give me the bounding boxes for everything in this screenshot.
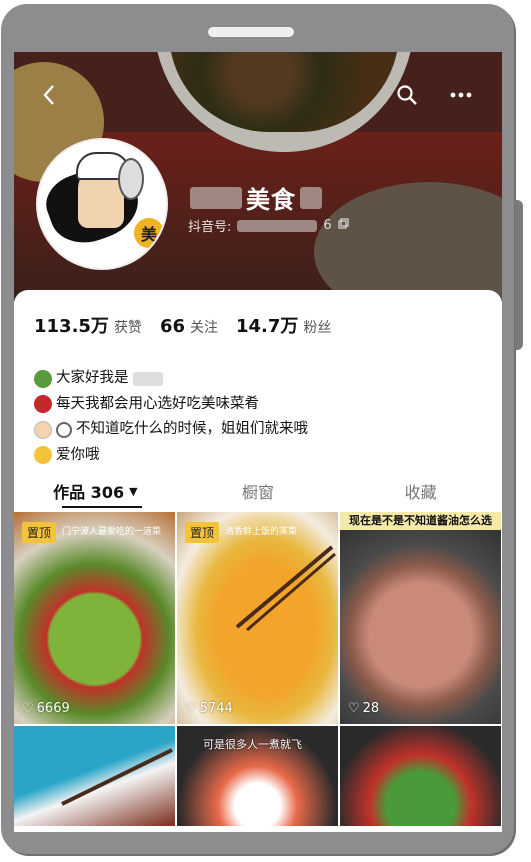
- smile-emoji-icon: [34, 446, 52, 465]
- profile-card: 113.5万 获赞 66 关注 14.7万 粉丝 大家好我是 每天我都会用心选好…: [14, 290, 502, 832]
- search-icon[interactable]: [392, 80, 422, 110]
- stat-following[interactable]: 66 关注: [160, 316, 218, 337]
- redacted-name-prefix: [190, 186, 242, 209]
- redacted-bio-name: [132, 371, 163, 386]
- tab-works-label: 作品 306: [53, 483, 125, 502]
- heart-icon: ♡: [185, 701, 197, 716]
- pinned-badge: 置顶: [22, 522, 57, 543]
- chevron-left-icon[interactable]: [34, 80, 64, 110]
- stat-likes[interactable]: 113.5万 获赞: [34, 312, 142, 338]
- magnifier-emoji-icon: [56, 421, 72, 438]
- video-thumbnail[interactable]: [14, 726, 175, 826]
- redacted-id: [237, 219, 318, 232]
- video-likes: ♡ 28: [348, 701, 379, 716]
- stat-followers[interactable]: 14.7万 粉丝: [236, 312, 331, 338]
- tab-works[interactable]: 作品 306 ▼: [14, 476, 177, 506]
- profile-screen: 美 美食 抖音号: 6 113.5万 获赞 66 关注 14.7万 粉丝 大家好…: [14, 52, 502, 832]
- avatar-spoon: [118, 158, 144, 200]
- stat-label: 粉丝: [303, 320, 332, 336]
- stat-label: 关注: [190, 320, 218, 336]
- video-thumbnail[interactable]: 置顶 清香鲜上饭的蒸菜 ♡ 5744: [177, 512, 338, 724]
- active-tab-indicator: [62, 506, 142, 508]
- tab-favorites[interactable]: 收藏: [339, 476, 502, 506]
- chopsticks-icon: [61, 748, 173, 806]
- video-thumbnail[interactable]: 现在是不是不知道酱油怎么选 ♡ 28: [340, 512, 501, 724]
- copy-icon[interactable]: [338, 218, 349, 233]
- redacted-name-suffix: [300, 186, 322, 209]
- douyin-id: 抖音号: 6: [188, 216, 349, 235]
- profile-name: 美食: [190, 180, 322, 215]
- bio-line: 爱你哦: [34, 443, 308, 469]
- video-likes-count: 5744: [199, 701, 233, 716]
- cherry-emoji-icon: [34, 395, 52, 414]
- video-thumbnail[interactable]: 可是很多人一煮就飞: [177, 726, 338, 826]
- heart-icon: ♡: [22, 701, 34, 716]
- bio-line: 大家好我是: [34, 366, 308, 392]
- video-caption: 清香鲜上饭的蒸菜: [225, 527, 298, 537]
- profile-header-background: 美 美食 抖音号: 6: [14, 52, 502, 302]
- video-likes: ♡ 6669: [22, 701, 70, 716]
- video-likes: ♡ 5744: [185, 701, 233, 716]
- stat-value: 66: [159, 316, 185, 337]
- salad-emoji-icon: [34, 369, 52, 388]
- video-grid: 置顶 门宁波人最爱吃的一道菜 ♡ 6669 置顶 清香鲜上饭的蒸菜 ♡ 5744: [14, 512, 502, 832]
- phone-speaker: [208, 27, 294, 37]
- tab-window[interactable]: 橱窗: [177, 476, 340, 506]
- bio-text: 每天我都会用心选好吃美味菜肴: [56, 395, 259, 412]
- video-caption: 现在是不是不知道酱油怎么选: [340, 512, 501, 530]
- profile-stats: 113.5万 获赞 66 关注 14.7万 粉丝: [34, 312, 331, 338]
- profile-tabs: 作品 306 ▼ 橱窗 收藏: [14, 476, 502, 506]
- douyin-id-label: 抖音号:: [188, 220, 232, 235]
- stat-value: 113.5万: [34, 316, 109, 337]
- avatar-badge: 美: [134, 218, 164, 248]
- profile-bio: 大家好我是 每天我都会用心选好吃美味菜肴 不知道吃什么的时候，姐姐们就来哦 爱你…: [34, 366, 308, 468]
- avatar[interactable]: 美: [36, 138, 168, 270]
- video-likes-count: 6669: [36, 701, 70, 716]
- more-dots-icon[interactable]: [446, 80, 476, 110]
- stat-label: 获赞: [113, 320, 142, 336]
- bio-line: 不知道吃什么的时候，姐姐们就来哦: [34, 417, 308, 443]
- video-caption: 可是很多人一煮就飞: [203, 738, 302, 751]
- bio-line: 每天我都会用心选好吃美味菜肴: [34, 392, 308, 418]
- douyin-id-tail: 6: [323, 218, 332, 233]
- profile-name-text: 美食: [246, 186, 296, 214]
- bio-text: 爱你哦: [56, 446, 100, 463]
- caret-down-icon: ▼: [129, 484, 138, 498]
- heart-icon: ♡: [348, 701, 360, 716]
- phone-side-button: [515, 200, 523, 350]
- video-caption: 门宁波人最爱吃的一道菜: [62, 527, 162, 537]
- bio-text: 不知道吃什么的时候，姐姐们就来哦: [76, 421, 308, 437]
- stat-value: 14.7万: [236, 316, 299, 337]
- bio-text: 大家好我是: [56, 370, 129, 386]
- video-likes-count: 28: [362, 701, 380, 716]
- person-emoji-icon: [34, 420, 52, 439]
- pinned-badge: 置顶: [185, 522, 220, 543]
- chopsticks-icon: [235, 545, 336, 632]
- video-thumbnail[interactable]: [340, 726, 501, 826]
- video-thumbnail[interactable]: 置顶 门宁波人最爱吃的一道菜 ♡ 6669: [14, 512, 175, 724]
